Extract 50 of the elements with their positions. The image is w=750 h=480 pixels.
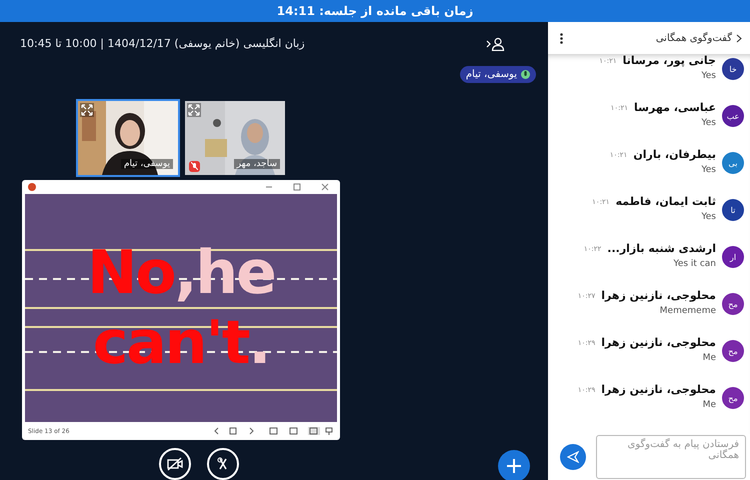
expand-icon[interactable] — [187, 102, 201, 117]
user-avatar: تا — [722, 199, 744, 221]
user-avatar: مح — [722, 293, 744, 315]
message-input[interactable]: فرستادن پیام به گفت‌وگوی همگانی — [596, 435, 746, 479]
message-text: Memememe — [658, 306, 716, 316]
add-button[interactable] — [498, 450, 530, 480]
message-text: Yes — [700, 212, 716, 222]
slideshow-toolbar-drawing[interactable] — [214, 427, 334, 435]
sender-name: عباسی، مهرسا — [634, 101, 716, 114]
user-avatar: مح — [722, 340, 744, 362]
send-icon — [567, 451, 579, 463]
video-tile[interactable]: ساجد، مهر — [183, 98, 287, 177]
chat-title: گفت‌وگوی همگانی — [656, 32, 732, 44]
sender-name: بیطرفان، باران — [633, 148, 716, 161]
send-button[interactable] — [560, 444, 586, 470]
camera-off-button[interactable] — [159, 448, 191, 480]
message-text: Yes it can — [672, 259, 716, 269]
camera-off-icon — [167, 457, 183, 471]
slide-text: . — [248, 308, 270, 378]
message-text: Me — [702, 400, 716, 410]
participant-name: ساجد، مهر — [234, 158, 280, 169]
class-title: زبان انگلیسی (خانم یوسفی) 1404/12/17 | 10:00 تا 10:45 — [20, 37, 305, 50]
user-avatar: ار — [722, 246, 744, 268]
session-time-remaining: زمان باقی مانده از جلسه: 14:11 — [276, 4, 474, 18]
microphone-icon — [521, 68, 530, 80]
user-avatar: بی — [722, 152, 744, 174]
message-text: Yes — [700, 118, 716, 128]
sender-name: ارشدی شنبه بازار... — [607, 242, 716, 255]
sender-name: جانی پور، مرسانا — [622, 54, 716, 67]
more-options-icon[interactable] — [560, 32, 563, 44]
user-avatar: مح — [722, 387, 744, 409]
sender-name: محلوجی، نازنین زهرا — [601, 336, 716, 349]
microphone-off-button[interactable] — [207, 448, 239, 480]
sender-name: محلوجی، نازنین زهرا — [601, 383, 716, 396]
user-icon[interactable] — [484, 36, 505, 51]
back-chevron-icon[interactable] — [736, 34, 742, 42]
app-icon — [28, 182, 36, 191]
user-avatar: عب — [722, 105, 744, 127]
speaker-name: یوسفی، تیام — [466, 68, 517, 80]
slide-text: No — [87, 238, 175, 308]
slide-text: can't — [92, 308, 249, 378]
slide-text: ,he — [174, 238, 275, 308]
plus-icon — [506, 458, 522, 474]
message-text: Yes — [700, 165, 716, 175]
sender-name: محلوجی، نازنین زهرا — [601, 289, 716, 302]
sender-name: ثابت ایمان، فاطمه — [616, 195, 716, 208]
message-text: Me — [702, 353, 716, 363]
message-text: Yes — [700, 71, 716, 81]
user-avatar: خا — [722, 58, 744, 80]
expand-icon[interactable] — [80, 102, 94, 117]
